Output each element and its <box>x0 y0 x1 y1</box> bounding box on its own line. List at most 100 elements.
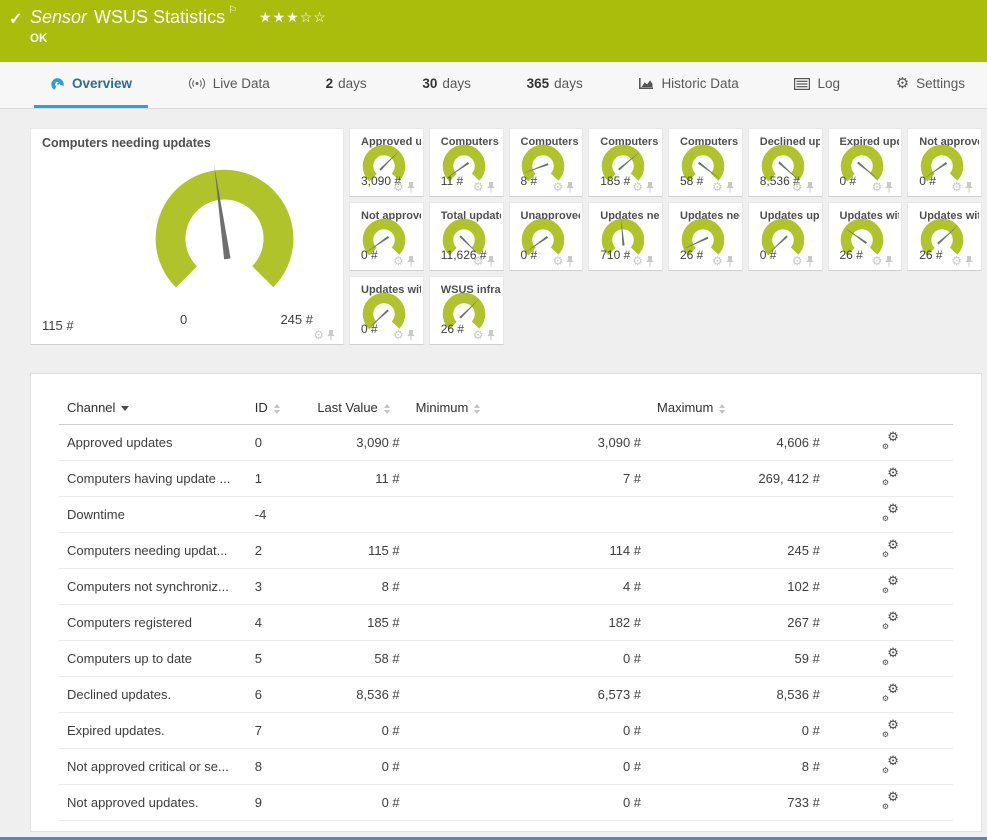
tab-365-days[interactable]: 365 days <box>511 62 599 108</box>
table-row[interactable]: Not approved updates. 9 0 # 0 # 733 # ⚙⚙ <box>59 785 953 821</box>
gauge-tile[interactable]: Not approved critical o... 0 # ⚙ <box>907 128 982 197</box>
tile-pin-icon[interactable] <box>725 256 735 267</box>
column-header-maximum[interactable]: Maximum <box>649 390 828 425</box>
channel-settings-icon[interactable]: ⚙⚙ <box>882 542 899 557</box>
tile-pin-icon[interactable] <box>406 182 416 193</box>
tile-settings-gear-icon[interactable]: ⚙ <box>871 255 882 267</box>
tile-settings-gear-icon[interactable]: ⚙ <box>473 255 484 267</box>
gauge-tile[interactable]: Computers not synchr... 8 # ⚙ <box>509 128 584 197</box>
tile-settings-gear-icon[interactable]: ⚙ <box>632 181 643 193</box>
column-header-minimum[interactable]: Minimum <box>408 390 649 425</box>
tile-settings-gear-icon[interactable]: ⚙ <box>712 181 723 193</box>
tile-pin-icon[interactable] <box>884 256 894 267</box>
tile-pin-icon[interactable] <box>645 182 655 193</box>
status-badge: OK <box>0 28 987 45</box>
gauge-tile[interactable]: Updates with server err... 26 # ⚙ <box>907 202 982 271</box>
gauge-tile[interactable]: Computers up to date 58 # ⚙ <box>668 128 743 197</box>
column-header-channel[interactable]: Channel <box>59 390 247 425</box>
channel-settings-icon[interactable]: ⚙⚙ <box>882 650 899 665</box>
tile-pin-icon[interactable] <box>406 330 416 341</box>
tile-settings-gear-icon[interactable]: ⚙ <box>552 181 563 193</box>
tile-settings-gear-icon[interactable]: ⚙ <box>393 329 404 341</box>
gauge-tile[interactable]: Declined updates. 8,536 # ⚙ <box>748 128 823 197</box>
tile-settings-gear-icon[interactable]: ⚙ <box>632 255 643 267</box>
gauge-tile[interactable]: Computers registered 185 # ⚙ <box>588 128 663 197</box>
tab-log[interactable]: Log <box>778 62 856 108</box>
channel-table-panel: Channel ID Last Value Minimum Maximum <box>30 373 982 832</box>
tile-settings-gear-icon[interactable]: ⚙ <box>313 329 324 341</box>
tile-pin-icon[interactable] <box>964 182 974 193</box>
channel-last-value: 8,536 # <box>309 677 407 713</box>
tile-pin-icon[interactable] <box>884 182 894 193</box>
tile-pin-icon[interactable] <box>805 256 815 267</box>
gauge-tile[interactable]: Expired updates. 0 # ⚙ <box>828 128 903 197</box>
table-row[interactable]: Not approved critical or se... 8 0 # 0 #… <box>59 749 953 785</box>
tile-settings-gear-icon[interactable]: ⚙ <box>712 255 723 267</box>
channel-settings-icon[interactable]: ⚙⚙ <box>882 578 899 593</box>
tile-settings-gear-icon[interactable]: ⚙ <box>951 181 962 193</box>
column-header-last-value[interactable]: Last Value <box>309 390 407 425</box>
tile-settings-gear-icon[interactable]: ⚙ <box>393 255 404 267</box>
tab-2-days[interactable]: 2 days <box>310 62 383 108</box>
table-row[interactable]: Computers having update ... 1 11 # 7 # 2… <box>59 461 953 497</box>
tile-settings-gear-icon[interactable]: ⚙ <box>792 181 803 193</box>
tile-settings-gear-icon[interactable]: ⚙ <box>393 181 404 193</box>
tile-pin-icon[interactable] <box>326 330 336 341</box>
gauge-tile[interactable]: Updates needed by co... 710 # ⚙ <box>588 202 663 271</box>
gauge-value: 185 # <box>600 174 630 188</box>
table-row[interactable]: Computers not synchroniz... 3 8 # 4 # 10… <box>59 569 953 605</box>
priority-flag-icon[interactable]: ⚐ <box>228 5 237 16</box>
tab-overview[interactable]: Overview <box>34 62 148 108</box>
table-row[interactable]: Computers registered 4 185 # 182 # 267 #… <box>59 605 953 641</box>
tile-settings-gear-icon[interactable]: ⚙ <box>473 181 484 193</box>
tile-settings-gear-icon[interactable]: ⚙ <box>871 181 882 193</box>
channel-settings-icon[interactable]: ⚙⚙ <box>882 722 899 737</box>
gauge-tile[interactable]: Not approved updates 0 # ⚙ <box>349 202 424 271</box>
tile-pin-icon[interactable] <box>486 256 496 267</box>
tile-pin-icon[interactable] <box>486 182 496 193</box>
tile-pin-icon[interactable] <box>486 330 496 341</box>
gauge-tile[interactable]: Updates up to date. 0 # ⚙ <box>748 202 823 271</box>
tile-pin-icon[interactable] <box>725 182 735 193</box>
gauge-tile-main[interactable]: Computers needing updates 0 245 # 115 # … <box>30 128 344 345</box>
channel-settings-icon[interactable]: ⚙⚙ <box>882 686 899 701</box>
tile-pin-icon[interactable] <box>964 256 974 267</box>
channel-settings-icon[interactable]: ⚙⚙ <box>882 614 899 629</box>
channel-last-value: 8 # <box>309 569 407 605</box>
channel-settings-icon[interactable]: ⚙⚙ <box>882 758 899 773</box>
table-row[interactable]: Computers up to date 5 58 # 0 # 59 # ⚙⚙ <box>59 641 953 677</box>
tile-settings-gear-icon[interactable]: ⚙ <box>792 255 803 267</box>
gauge-tile[interactable]: Unapproved, needed u... 0 # ⚙ <box>509 202 584 271</box>
table-row[interactable]: Approved updates 0 3,090 # 3,090 # 4,606… <box>59 425 953 461</box>
table-row[interactable]: Downtime -4 ⚙⚙ <box>59 497 953 533</box>
tile-settings-gear-icon[interactable]: ⚙ <box>951 255 962 267</box>
channel-settings-icon[interactable]: ⚙⚙ <box>882 470 899 485</box>
column-header-id[interactable]: ID <box>247 390 310 425</box>
tile-pin-icon[interactable] <box>565 182 575 193</box>
tab-live-data[interactable]: Live Data <box>172 62 286 108</box>
gauge-tile[interactable]: Updates needing files. 26 # ⚙ <box>668 202 743 271</box>
tile-settings-gear-icon[interactable]: ⚙ <box>473 329 484 341</box>
gauge-tile[interactable]: Total updates. 11,626 # ⚙ <box>429 202 504 271</box>
tab-historic-data[interactable]: Historic Data <box>622 62 754 108</box>
tile-settings-gear-icon[interactable]: ⚙ <box>552 255 563 267</box>
channel-settings-icon[interactable]: ⚙⚙ <box>882 794 899 809</box>
channel-settings-icon[interactable]: ⚙⚙ <box>882 434 899 449</box>
gauge-value: 8 # <box>521 174 538 188</box>
gauge-tile[interactable]: Approved updates 3,090 # ⚙ <box>349 128 424 197</box>
table-row[interactable]: Computers needing updat... 2 115 # 114 #… <box>59 533 953 569</box>
gauge-tile[interactable]: Updates with client err... 26 # ⚙ <box>828 202 903 271</box>
tile-pin-icon[interactable] <box>406 256 416 267</box>
gauge-tile[interactable]: Updates with stale upd... 0 # ⚙ <box>349 276 424 345</box>
rating-stars[interactable]: ★★★☆☆ <box>259 7 327 26</box>
table-row[interactable]: Declined updates. 6 8,536 # 6,573 # 8,53… <box>59 677 953 713</box>
tile-pin-icon[interactable] <box>805 182 815 193</box>
gauge-tile[interactable]: Computers having upd... 11 # ⚙ <box>429 128 504 197</box>
table-row[interactable]: Expired updates. 7 0 # 0 # 0 # ⚙⚙ <box>59 713 953 749</box>
channel-settings-icon[interactable]: ⚙⚙ <box>882 506 899 521</box>
tile-pin-icon[interactable] <box>565 256 575 267</box>
tab-30-days[interactable]: 30 days <box>406 62 487 108</box>
tab-settings[interactable]: ⚙ Settings <box>880 62 981 108</box>
gauge-tile[interactable]: WSUS infrastructure u... 26 # ⚙ <box>429 276 504 345</box>
tile-pin-icon[interactable] <box>645 256 655 267</box>
